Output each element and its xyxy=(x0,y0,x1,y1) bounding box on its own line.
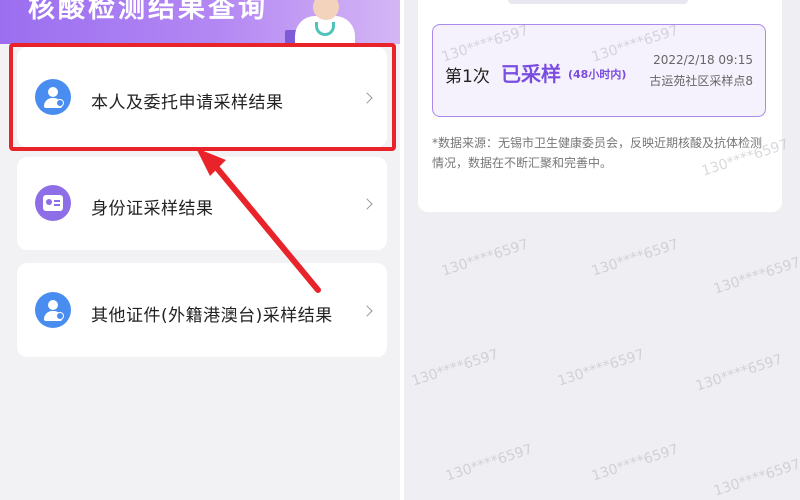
sample-date: 2022/2/18 09:15 xyxy=(653,53,753,67)
menu-item-label: 身份证采样结果 xyxy=(91,199,214,219)
menu-item-other-documents[interactable]: 其他证件(外籍港澳台)采样结果 xyxy=(17,263,387,357)
sample-status: 已采样 xyxy=(501,62,561,86)
chevron-right-icon xyxy=(361,92,373,104)
menu-item-label: 其他证件(外籍港澳台)采样结果 xyxy=(91,306,333,326)
menu-item-id-card[interactable]: 身份证采样结果 xyxy=(17,157,387,250)
cropped-title xyxy=(508,0,688,4)
result-pane: 第1次 已采样 (48小时内) 2022/2/18 09:15 古运苑社区采样点… xyxy=(404,0,800,500)
chevron-right-icon xyxy=(361,305,373,317)
header-banner: 核酸检测结果查询 xyxy=(0,0,400,44)
doctor-illustration xyxy=(285,0,355,44)
id-card-icon xyxy=(35,185,71,221)
sample-location: 古运苑社区采样点8 xyxy=(649,74,753,88)
menu-item-self-and-entrusted[interactable]: 本人及委托申请采样结果 xyxy=(17,47,387,147)
result-card: 第1次 已采样 (48小时内) 2022/2/18 09:15 古运苑社区采样点… xyxy=(418,0,782,212)
user-icon xyxy=(35,79,71,115)
menu-item-label: 本人及委托申请采样结果 xyxy=(91,93,284,113)
banner-title: 核酸检测结果查询 xyxy=(28,0,268,24)
query-menu-pane: 核酸检测结果查询 本人及委托申请采样结果 身份证采样结果 其他证件(外籍港澳台)… xyxy=(0,0,400,500)
user-icon xyxy=(35,292,71,328)
sample-validity: (48小时内) xyxy=(568,68,627,81)
chevron-right-icon xyxy=(361,198,373,210)
sample-count: 第1次 xyxy=(445,67,490,87)
screenshot-root: 核酸检测结果查询 本人及委托申请采样结果 身份证采样结果 其他证件(外籍港澳台)… xyxy=(0,0,800,500)
